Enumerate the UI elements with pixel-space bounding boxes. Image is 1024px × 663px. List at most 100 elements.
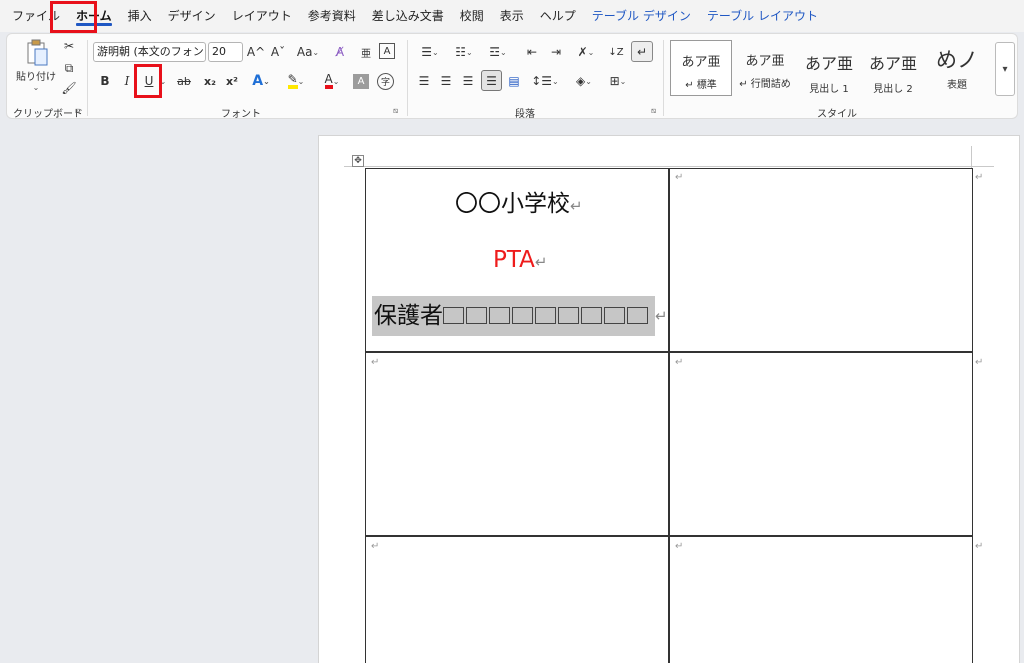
label-cell[interactable] [668,168,973,353]
change-case-button[interactable]: Aa ⌄ [291,43,325,61]
paste-icon[interactable] [21,38,53,68]
subscript-button[interactable]: x₂ [201,72,219,90]
group-separator [407,40,408,116]
style-item-4[interactable]: めノ 表題 [926,40,988,96]
sort-icon[interactable]: ↓Z [607,43,625,61]
cut-icon[interactable]: ✂ [61,38,77,54]
paste-button[interactable]: 貼り付け [15,68,57,83]
highlight-underline-button [134,64,162,98]
tab-7[interactable]: 校閲 [452,3,492,29]
multilevel-icon: ☲ [489,45,501,59]
copy-icon[interactable]: ⧉ [61,60,77,76]
bullets-button[interactable]: ☰ ⌄ [415,43,445,61]
tab-10[interactable]: テーブル デザイン [584,3,699,29]
label-cell[interactable] [668,535,973,663]
format-painter-icon[interactable]: 🖌 [61,80,77,96]
tab-2[interactable]: 挿入 [120,3,160,29]
paragraph-mark-icon: ↵ [371,541,380,552]
superscript-button[interactable]: x² [223,72,241,90]
tab-4[interactable]: レイアウト [224,3,300,29]
style-sample: めノ [936,48,978,72]
pta-text: PTA [493,247,535,273]
group-separator [663,40,664,116]
chevron-down-icon: ⌄ [585,76,592,86]
distributed-icon[interactable]: ▤ [505,72,523,90]
tab-11[interactable]: テーブル レイアウト [699,3,826,29]
style-item-0[interactable]: あア亜 ↵ 標準 [670,40,732,96]
paste-dropdown-icon[interactable]: ⌄ [31,82,41,92]
label-cell[interactable] [365,535,670,663]
gallery-more-icon[interactable]: ▾ [995,42,1015,96]
asian-layout-button[interactable]: ✗ ⌄ [571,43,601,61]
blank-square [558,307,579,324]
blank-square [443,307,464,324]
enclose-char-button[interactable]: 字 [377,73,394,90]
phonetic-guide-button[interactable]: 亜 [357,43,375,61]
shading-button[interactable]: ◈ ⌄ [569,72,599,90]
line-spacing-button[interactable]: ↕☰ ⌄ [529,72,561,90]
blank-square [489,307,510,324]
end-of-row-icon: ↵ [975,172,984,183]
show-marks-icon[interactable]: ↵ [631,41,653,62]
style-sample: あア亜 [681,55,721,70]
guardian-line-selected[interactable]: 保護者 [372,296,655,336]
shrink-font-button[interactable]: Aˇ [269,43,287,61]
clipboard-launcher-icon[interactable]: ⧅ [75,106,80,116]
char-border-button[interactable]: A [379,43,395,59]
style-label: ↵ 標準 [685,80,717,91]
tab-6[interactable]: 差し込み文書 [364,3,452,29]
line-spacing-icon: ↕☰ [531,74,553,88]
chevron-down-icon: ⌄ [619,76,627,86]
highlighter-icon: ✎ [287,73,298,89]
chevron-down-icon: ⌄ [263,76,270,86]
clear-format-button[interactable]: A̸ [331,43,349,61]
table-move-handle-icon[interactable]: ✥ [352,155,364,167]
school-name-line[interactable]: 〇〇小学校↵ [455,184,583,218]
font-size-box[interactable]: 20 [208,42,243,62]
increase-indent-icon[interactable]: ⇥ [547,43,565,61]
ribbon-tab-bar: ファイル ホーム 挿入 デザイン レイアウト 参考資料 差し込み文書 校閲 表示 ヘルプ テーブル … [0,0,1024,32]
label-cell[interactable] [668,351,973,537]
borders-button[interactable]: ⊞ ⌄ [603,72,633,90]
italic-button[interactable]: I [119,72,135,90]
text-effect-label: A [252,73,264,89]
tab-5[interactable]: 参考資料 [300,3,364,29]
strikethrough-button[interactable]: ab [175,72,193,90]
multilevel-list-button[interactable]: ☲ ⌄ [483,43,513,61]
numbering-button[interactable]: ☷ ⌄ [449,43,479,61]
blank-square [627,307,648,324]
chevron-down-icon: ⌄ [587,47,595,57]
highlight-home-tab [50,1,97,33]
tab-3[interactable]: デザイン [160,3,224,29]
style-item-2[interactable]: あア亜 見出し 1 [798,40,860,96]
decrease-indent-icon[interactable]: ⇤ [523,43,541,61]
style-item-1[interactable]: あア亜 ↵ 行間詰め [734,40,796,96]
align-center-icon[interactable]: ☰ [437,72,455,90]
style-gallery: あア亜 ↵ 標準 あア亜 ↵ 行間詰め あア亜 見出し 1 あア亜 見出し 2 めノ 表題 [670,40,986,96]
blank-squares [443,303,650,329]
font-color-button[interactable]: A ⌄ [317,72,347,90]
align-left-icon[interactable]: ☰ [415,72,433,90]
highlight-color-button[interactable]: ✎ ⌄ [281,72,311,90]
tab-9[interactable]: ヘルプ [532,3,584,29]
clipboard-group-label: クリップボード [13,109,83,120]
label-cell[interactable] [365,351,670,537]
chevron-down-icon: ⌄ [552,76,559,86]
text-effect-button[interactable]: A ⌄ [247,72,275,90]
margin-guide [344,166,994,167]
end-of-row-icon: ↵ [975,357,984,368]
style-item-3[interactable]: あア亜 見出し 2 [862,40,924,96]
align-right-icon[interactable]: ☰ [459,72,477,90]
style-sample: あア亜 [745,54,785,69]
char-shading-button[interactable]: A [353,74,369,89]
font-name-box[interactable]: 游明朝 (本文のフォント [93,42,206,62]
style-label: 見出し 2 [873,84,913,95]
justify-icon[interactable]: ☰ [481,70,502,91]
paragraph-launcher-icon[interactable]: ⧅ [651,106,656,116]
tab-8[interactable]: 表示 [492,3,532,29]
font-launcher-icon[interactable]: ⧅ [393,106,398,116]
grow-font-button[interactable]: A^ [247,43,265,61]
pta-line[interactable]: PTA↵ [493,247,547,273]
bold-button[interactable]: B [97,72,113,90]
margin-guide [971,146,972,168]
